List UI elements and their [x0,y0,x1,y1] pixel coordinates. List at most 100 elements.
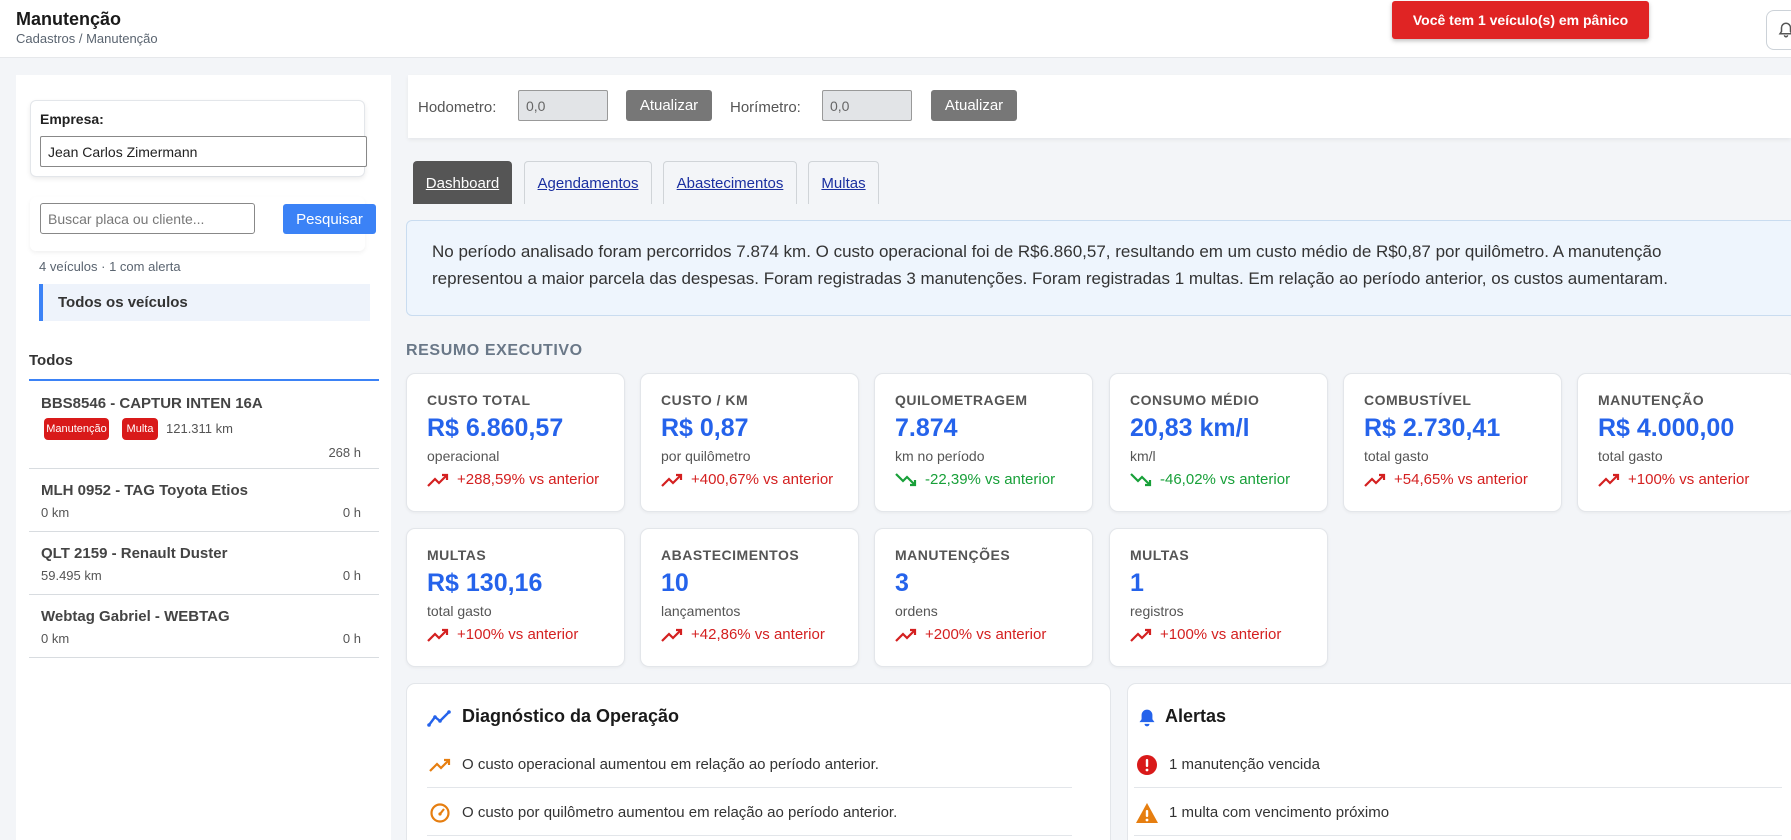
kpi-value: 10 [661,569,689,597]
kpi-subtitle: registros [1130,603,1184,619]
panel-title: Alertas [1165,706,1227,726]
kpi-value: 7.874 [895,414,958,442]
trending-up-icon [1130,628,1160,642]
kpi-card: QUILOMETRAGEM 7.874 km no período -22,39% v… [874,373,1093,512]
meter-toolbar: Hodometro: 0,0 Atualizar Horímetro: 0,0 … [408,75,1791,138]
kpi-label: MULTAS [427,547,487,563]
kpi-label: MANUTENÇÕES [895,547,1011,563]
kpi-trend-text: +100% vs anterior [1628,471,1750,488]
hourmeter-input[interactable]: 0,0 [822,90,912,121]
kpi-subtitle: por quilômetro [661,448,751,464]
kpi-trend: +100% vs anterior [1598,471,1749,488]
vehicle-item[interactable]: MLH 0952 - TAG Toyota Etios 0 km 0 h [29,470,379,532]
alert-text: 1 manutenção vencida [1169,756,1320,773]
kpi-value: 3 [895,569,909,597]
vehicle-item[interactable]: BBS8546 - CAPTUR INTEN 16A Manutenção Mu… [29,382,379,469]
group-label[interactable]: Todos [29,352,73,369]
tab-multas[interactable]: Multas [808,161,879,204]
kpi-label: CONSUMO MÉDIO [1130,392,1260,408]
all-vehicles-filter[interactable]: Todos os veículos [39,284,370,321]
panic-alert-button[interactable]: Você tem 1 veículo(s) em pânico [1392,1,1649,39]
trending-up-icon [1598,473,1628,487]
kpi-value: R$ 4.000,00 [1598,414,1735,442]
kpi-label: COMBUSTÍVEL [1364,392,1472,408]
group-underline [29,379,379,381]
vehicle-count: 4 veículos · 1 com alerta [39,259,181,274]
diagnostic-item: O custo por quilômetro aumentou em relaç… [427,789,1072,836]
kpi-subtitle: km/l [1130,448,1156,464]
kpi-card: MULTAS 1 registros +100% vs anterior [1109,528,1328,667]
trending-up-icon [1364,473,1394,487]
vehicle-km: 59.495 km [41,568,102,583]
kpi-label: CUSTO / KM [661,392,749,408]
error-icon [1134,754,1160,776]
vehicle-name: QLT 2159 - Renault Duster [41,545,228,562]
tab-dashboard[interactable]: Dashboard [413,161,512,204]
trending-up-icon [661,473,691,487]
vehicle-km: 0 km [41,505,70,520]
section-title: RESUMO EXECUTIVO [406,342,583,359]
kpi-card: COMBUSTÍVEL R$ 2.730,41 total gasto +54,65%… [1343,373,1562,512]
kpi-trend-text: +100% vs anterior [1160,626,1282,643]
tab-abastecimentos[interactable]: Abastecimentos [663,161,797,204]
odometer-label: Hodometro: [418,99,497,116]
kpi-subtitle: total gasto [1364,448,1429,464]
kpi-card: ABASTECIMENTOS 10 lançamentos +42,86% vs an… [640,528,859,667]
odometer-input[interactable]: 0,0 [518,90,608,121]
vehicle-km: 0 km [41,631,70,646]
kpi-trend: +100% vs anterior [1130,626,1281,643]
trending-up-icon [895,628,925,642]
vehicle-item[interactable]: Webtag Gabriel - WEBTAG 0 km 0 h [29,596,379,658]
diagnostic-item: O custo operacional aumentou em relação … [427,741,1072,788]
kpi-trend: +400,67% vs anterior [661,471,833,488]
vehicle-item[interactable]: QLT 2159 - Renault Duster 59.495 km 0 h [29,533,379,595]
bell-icon [1134,706,1160,730]
panel-title: Diagnóstico da Operação [462,706,680,726]
tab-agendamentos[interactable]: Agendamentos [524,161,652,204]
kpi-label: ABASTECIMENTOS [661,547,800,563]
kpi-value: 1 [1130,569,1144,597]
company-select[interactable]: Jean Carlos Zimermann [40,136,367,167]
kpi-trend: -22,39% vs anterior [895,471,1055,488]
kpi-trend-text: +200% vs anterior [925,626,1047,643]
breadcrumb: Cadastros / Manutenção [16,31,158,46]
vehicle-name: BBS8546 - CAPTUR INTEN 16A [41,395,263,412]
company-label: Empresa: [40,111,104,127]
kpi-label: CUSTO TOTAL [427,392,531,408]
kpi-card: CUSTO / KM R$ 0,87 por quilômetro +400,67% … [640,373,859,512]
kpi-subtitle: lançamentos [661,603,741,619]
alerts-panel: Alertas 1 manutenção vencida 1 multa com… [1127,683,1791,840]
kpi-card: CUSTO TOTAL R$ 6.860,57 operacional +288,59… [406,373,625,512]
kpi-value: R$ 2.730,41 [1364,414,1501,442]
trending-up-icon [661,628,691,642]
kpi-label: QUILOMETRAGEM [895,392,1028,408]
page-title: Manutenção [16,9,122,29]
trending-down-icon [895,472,925,487]
trending-up-icon [427,628,457,642]
kpi-subtitle: total gasto [427,603,492,619]
alert-item: 1 multa com vencimento próximo [1134,789,1782,836]
trending-down-icon [1130,472,1160,487]
search-card: Buscar placa ou cliente... Pesquisar [30,197,376,251]
kpi-trend-text: +42,86% vs anterior [691,626,825,643]
kpi-trend: +100% vs anterior [427,626,578,643]
kpi-trend: -46,02% vs anterior [1130,471,1290,488]
kpi-label: MANUTENÇÃO [1598,392,1705,408]
kpi-subtitle: operacional [427,448,500,464]
kpi-trend-text: +100% vs anterior [457,626,579,643]
diagnostics-panel: Diagnóstico da Operação O custo operacio… [406,683,1111,840]
kpi-card: MULTAS R$ 130,16 total gasto +100% vs anter… [406,528,625,667]
hourmeter-update-button[interactable]: Atualizar [931,90,1017,121]
search-button[interactable]: Pesquisar [283,204,376,234]
vehicle-name: MLH 0952 - TAG Toyota Etios [41,482,248,499]
odometer-update-button[interactable]: Atualizar [626,90,712,121]
kpi-trend-text: +288,59% vs anterior [457,471,600,488]
kpi-trend-text: +400,67% vs anterior [691,471,834,488]
kpi-trend-text: -22,39% vs anterior [925,471,1056,488]
bell-icon [1778,22,1791,38]
kpi-subtitle: km no período [895,448,985,464]
kpi-subtitle: total gasto [1598,448,1663,464]
kpi-value: R$ 0,87 [661,414,749,442]
search-input[interactable]: Buscar placa ou cliente... [40,203,255,234]
notifications-button[interactable] [1766,10,1791,50]
